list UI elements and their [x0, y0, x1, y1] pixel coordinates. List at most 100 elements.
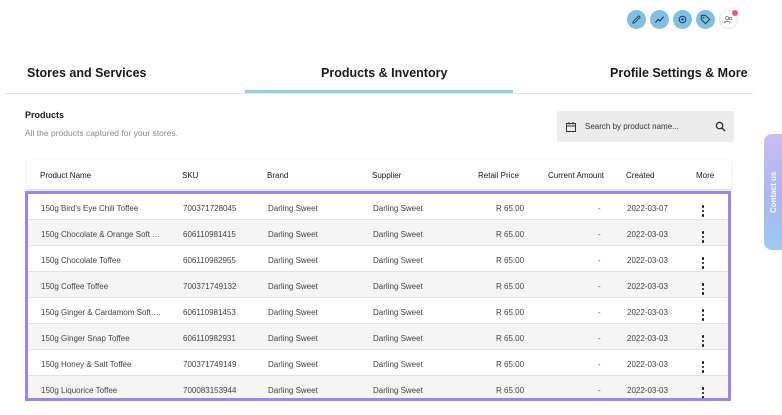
created-cell: 2022-03-03	[627, 230, 668, 239]
product-name-cell: 150g Chocolate & Orange Soft C...	[41, 230, 163, 239]
table-header: Product Name SKU Brand Supplier Retail P…	[27, 160, 731, 190]
section-subtitle: All the products captured for your store…	[25, 128, 179, 138]
contact-us-tab[interactable]: Contact us	[764, 134, 782, 250]
brand-cell: Darling Sweet	[268, 204, 318, 213]
sku-cell: 606110982931	[183, 334, 236, 343]
search-input[interactable]	[585, 122, 700, 131]
gear-icon[interactable]	[673, 10, 692, 29]
table-row[interactable]: 150g Ginger & Cardamom Soft Ca... 6061109…	[28, 298, 728, 324]
sku-cell: 700371749132	[183, 282, 237, 291]
table-row[interactable]: 150g Bird's Eye Chili Toffee 700371728045…	[28, 194, 728, 220]
chart-trend-icon[interactable]	[650, 10, 669, 29]
retail-price-cell: R 65.00	[496, 282, 525, 291]
column-header-product-name: Product Name	[40, 171, 92, 180]
brand-cell: Darling Sweet	[268, 334, 318, 343]
current-amount-cell: -	[598, 308, 601, 317]
current-amount-cell: -	[598, 282, 601, 291]
current-amount-cell: -	[598, 386, 601, 395]
retail-price-cell: R 65.00	[496, 230, 525, 239]
sku-cell: 606110981453	[183, 308, 236, 317]
column-header-created: Created	[626, 171, 655, 180]
current-amount-cell: -	[598, 360, 601, 369]
created-cell: 2022-03-03	[627, 282, 668, 291]
created-cell: 2022-03-03	[627, 386, 668, 395]
product-name-cell: 150g Coffee Toffee	[41, 282, 109, 291]
current-amount-cell: -	[598, 230, 601, 239]
product-name-cell: 150g Chocolate Toffee	[41, 256, 121, 265]
supplier-cell: Darling Sweet	[373, 334, 423, 343]
table-row[interactable]: 150g Chocolate Toffee 606110982955 Darling…	[28, 246, 728, 272]
supplier-cell: Darling Sweet	[373, 308, 423, 317]
supplier-cell: Darling Sweet	[373, 386, 423, 395]
notification-dot	[732, 10, 738, 16]
brand-cell: Darling Sweet	[268, 386, 318, 395]
product-name-cell: 150g Ginger & Cardamom Soft Ca...	[41, 308, 163, 317]
current-amount-cell: -	[598, 334, 601, 343]
supplier-cell: Darling Sweet	[373, 204, 423, 213]
product-name-cell: 150g Ginger Snap Toffee	[41, 334, 130, 343]
section-title: Products	[25, 110, 65, 120]
more-options-icon[interactable]	[700, 204, 706, 218]
sku-cell: 700371728045	[183, 204, 237, 213]
sku-cell: 606110982955	[183, 256, 236, 265]
table-row[interactable]: 150g Chocolate & Orange Soft C... 6061109…	[28, 220, 728, 246]
supplier-cell: Darling Sweet	[373, 360, 423, 369]
created-cell: 2022-03-07	[627, 204, 668, 213]
sku-cell: 700371749149	[183, 360, 237, 369]
active-tab-indicator	[245, 90, 513, 93]
retail-price-cell: R 65.00	[496, 308, 525, 317]
more-options-icon[interactable]	[700, 334, 706, 348]
brand-cell: Darling Sweet	[268, 230, 318, 239]
calendar-icon[interactable]	[565, 121, 577, 133]
column-header-brand: Brand	[267, 171, 289, 180]
brand-cell: Darling Sweet	[268, 282, 318, 291]
supplier-cell: Darling Sweet	[373, 282, 423, 291]
more-options-icon[interactable]	[700, 256, 706, 270]
brand-cell: Darling Sweet	[268, 308, 318, 317]
product-name-cell: 150g Honey & Salt Toffee	[41, 360, 132, 369]
sku-cell: 606110981415	[183, 230, 236, 239]
table-body-selection: 150g Bird's Eye Chili Toffee 700371728045…	[25, 191, 731, 401]
contact-us-label: Contact us	[769, 171, 778, 213]
pencil-icon[interactable]	[627, 10, 646, 29]
column-header-sku: SKU	[182, 171, 199, 180]
created-cell: 2022-03-03	[627, 256, 668, 265]
tag-icon[interactable]	[696, 10, 715, 29]
product-name-cell: 150g Bird's Eye Chili Toffee	[41, 204, 139, 213]
brand-cell: Darling Sweet	[268, 256, 318, 265]
product-search-box	[557, 111, 734, 142]
table-row[interactable]: 150g Honey & Salt Toffee 700371749149 Darl…	[28, 350, 728, 376]
column-header-retail-price: Retail Price	[478, 171, 519, 180]
retail-price-cell: R 65.00	[496, 204, 525, 213]
table-row[interactable]: 150g Coffee Toffee 700371749132 Darling Sw…	[28, 272, 728, 298]
search-icon[interactable]	[715, 121, 726, 132]
table-row[interactable]: 150g Liquorice Toffee 700083153944 Darling…	[28, 376, 728, 398]
column-header-current-amount: Current Amount	[548, 171, 605, 180]
created-cell: 2022-03-03	[627, 308, 668, 317]
sku-cell: 700083153944	[183, 386, 237, 395]
tab-profile-settings[interactable]: Profile Settings & More	[610, 66, 748, 80]
created-cell: 2022-03-03	[627, 360, 668, 369]
column-header-more: More	[696, 171, 715, 180]
supplier-cell: Darling Sweet	[373, 230, 423, 239]
retail-price-cell: R 65.00	[496, 256, 525, 265]
retail-price-cell: R 65.00	[496, 334, 525, 343]
more-options-icon[interactable]	[700, 308, 706, 322]
retail-price-cell: R 65.00	[496, 360, 525, 369]
tab-stores-and-services[interactable]: Stores and Services	[27, 66, 147, 80]
more-options-icon[interactable]	[700, 386, 706, 398]
created-cell: 2022-03-03	[627, 334, 668, 343]
main-tabs: Stores and Services Products & Inventory…	[5, 60, 753, 94]
more-options-icon[interactable]	[700, 230, 706, 244]
supplier-cell: Darling Sweet	[373, 256, 423, 265]
current-amount-cell: -	[598, 256, 601, 265]
users-icon[interactable]	[719, 10, 738, 29]
tab-products-and-inventory[interactable]: Products & Inventory	[321, 66, 447, 80]
table-row[interactable]: 150g Ginger Snap Toffee 606110982931 Darli…	[28, 324, 728, 350]
brand-cell: Darling Sweet	[268, 360, 318, 369]
product-name-cell: 150g Liquorice Toffee	[41, 386, 118, 395]
products-table: Product Name SKU Brand Supplier Retail P…	[25, 160, 731, 401]
more-options-icon[interactable]	[700, 360, 706, 374]
top-toolbar	[627, 10, 738, 29]
more-options-icon[interactable]	[700, 282, 706, 296]
